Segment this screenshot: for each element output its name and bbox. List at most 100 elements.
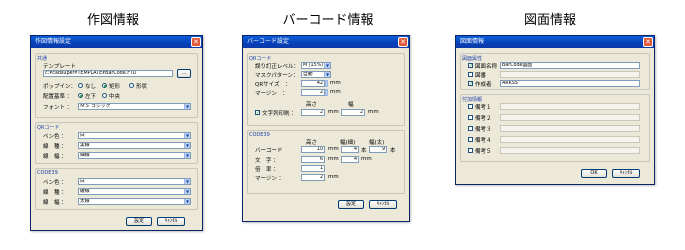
heading-barcode-info: バーコード情報 — [282, 13, 374, 28]
mask-pattern-label: マスクパターン： — [255, 73, 299, 79]
note3-checkbox[interactable] — [468, 126, 473, 131]
code39-pen-color-value: 白 — [80, 179, 85, 184]
code39-margin-label: マージン ： — [255, 176, 285, 182]
template-path-field[interactable]: c:¥cadsuper¥TEMPLATE¥BarCode.FTD — [43, 70, 173, 77]
ratio-input[interactable]: 1 — [301, 165, 325, 172]
note1-checkbox[interactable] — [468, 104, 473, 109]
note2-input[interactable] — [500, 114, 640, 121]
code39-pen-color-label: ペン色 ： — [43, 180, 67, 186]
popup-none-radio[interactable] — [78, 83, 83, 88]
set-button[interactable]: 設定 — [338, 200, 364, 209]
cancel-button[interactable]: ｷｬﾝｾﾙ — [369, 200, 397, 209]
text-height-input[interactable]: 2 — [301, 109, 325, 116]
close-icon[interactable]: ✕ — [643, 37, 653, 47]
popup-shape-label: 形状 — [136, 84, 148, 90]
qr-size-input[interactable]: 42 — [301, 80, 325, 87]
mask-pattern-select[interactable]: 自動 ▼ — [301, 71, 331, 78]
align-center-radio[interactable] — [102, 93, 107, 98]
set-button[interactable]: 設定 — [126, 217, 152, 226]
note5-label: 備考５ — [475, 149, 492, 155]
drawing-number-input[interactable] — [500, 71, 640, 78]
bar-thin-unit: 本 — [361, 148, 367, 154]
author-label: 作成者 — [475, 82, 492, 88]
author-input[interactable]: ARKSS — [500, 80, 640, 87]
drawing-name-input[interactable]: BarCode図面 — [500, 62, 640, 69]
title-bar[interactable]: バーコード設定 ✕ — [243, 36, 409, 48]
char-height-unit: mm — [328, 156, 339, 162]
code39-group-label: CODE39 — [37, 170, 58, 176]
align-bottom-left-radio[interactable] — [78, 93, 83, 98]
dialog-title: 図面情報 — [460, 38, 485, 45]
note5-checkbox[interactable] — [468, 148, 473, 153]
chevron-down-icon[interactable]: ▼ — [184, 153, 190, 158]
cancel-button[interactable]: ｷｬﾝｾﾙ — [157, 217, 185, 226]
close-icon[interactable]: ✕ — [398, 37, 408, 47]
close-icon[interactable]: ✕ — [191, 37, 201, 47]
cancel-button[interactable]: ｷｬﾝｾﾙ — [612, 169, 640, 178]
chevron-down-icon[interactable]: ▼ — [184, 189, 190, 194]
code39-line-type-select[interactable]: 破線 ▼ — [78, 188, 191, 195]
drawing-number-label: 図番 — [475, 73, 487, 79]
print-text-label: 文字列印刷 ： — [262, 111, 297, 117]
note4-checkbox[interactable] — [468, 137, 473, 142]
code39-pen-color-select[interactable]: 白 ▼ — [78, 178, 191, 185]
note3-input[interactable] — [500, 125, 640, 132]
qr-size-unit: mm — [330, 80, 341, 86]
note1-input[interactable] — [500, 103, 640, 110]
error-correction-value: M (15%) — [303, 63, 324, 68]
popup-none-label: なし — [85, 84, 97, 90]
code39-line-type-value: 破線 — [80, 189, 90, 194]
align-center-label: 中央 — [109, 94, 121, 100]
chevron-down-icon[interactable]: ▼ — [184, 179, 190, 184]
qr-pen-color-value: 白 — [80, 133, 85, 138]
qr-margin-input[interactable]: 2 — [301, 89, 325, 96]
text-height-unit: mm — [328, 109, 339, 115]
error-correction-select[interactable]: M (15%) ▼ — [301, 62, 331, 69]
font-select[interactable]: ＭＳ ゴシック ▼ — [78, 103, 191, 110]
drawing-attributes-dialog: 図面情報 ✕ 図面属性 ✓ 図面名称 BarCode図面 図番 ✓ 作成者 AR… — [455, 35, 655, 185]
qr-line-width-select[interactable]: 細線 ▼ — [78, 152, 191, 159]
popup-shape-radio[interactable] — [129, 83, 134, 88]
heading-drawing-attributes: 図面情報 — [523, 13, 576, 28]
barcode-label: バーコード — [255, 148, 283, 154]
col-thin-header: 幅(細) — [340, 140, 356, 146]
note5-input[interactable] — [500, 147, 640, 154]
browse-button[interactable]: ... — [177, 69, 191, 78]
code39-line-width-label: 線 幅 ： — [43, 200, 67, 206]
char-width-unit: mm — [361, 156, 372, 162]
print-text-checkbox[interactable]: ✓ — [255, 110, 260, 116]
chevron-down-icon[interactable]: ▼ — [184, 133, 190, 138]
char-height-input[interactable]: 6 — [301, 156, 325, 163]
chevron-down-icon[interactable]: ▼ — [324, 72, 330, 77]
char-width-input[interactable]: 4 — [341, 156, 359, 163]
title-bar[interactable]: 作図情報設定 ✕ — [31, 36, 202, 48]
drawing-number-checkbox[interactable] — [468, 72, 473, 77]
popup-rect-label: 矩形 — [109, 84, 121, 90]
bar-thin-input[interactable]: 4 — [341, 146, 359, 153]
text-width-input[interactable]: 2 — [341, 109, 365, 116]
chevron-down-icon[interactable]: ▼ — [184, 104, 190, 109]
popup-rect-radio[interactable] — [102, 83, 107, 88]
chevron-down-icon[interactable]: ▼ — [184, 199, 190, 204]
note4-input[interactable] — [500, 136, 640, 143]
ok-button[interactable]: OK — [581, 169, 607, 178]
code39-margin-input[interactable]: 2 — [301, 174, 325, 181]
qr-line-width-value: 細線 — [80, 153, 90, 158]
dialog-title: 作図情報設定 — [35, 38, 72, 45]
code39-line-width-select[interactable]: 太線 ▼ — [78, 198, 191, 205]
height-header: 高さ — [306, 102, 318, 108]
bar-thick-unit: 本 — [390, 148, 396, 154]
bar-thick-input[interactable]: 9 — [369, 146, 387, 153]
qr-size-spinner[interactable] — [325, 80, 328, 87]
bar-height-input[interactable]: 10 — [301, 146, 325, 153]
qr-line-type-select[interactable]: 実線 ▼ — [78, 142, 191, 149]
title-bar[interactable]: 図面情報 ✕ — [456, 36, 654, 48]
note2-checkbox[interactable] — [468, 115, 473, 120]
drawing-name-checkbox[interactable]: ✓ — [468, 63, 473, 69]
qr-margin-spinner[interactable] — [325, 89, 328, 96]
chevron-down-icon[interactable]: ▼ — [324, 63, 330, 68]
chevron-down-icon[interactable]: ▼ — [184, 143, 190, 148]
drawing-attributes-group-label: 図面属性 — [462, 56, 483, 62]
qr-pen-color-select[interactable]: 白 ▼ — [78, 132, 191, 139]
author-checkbox[interactable]: ✓ — [468, 81, 473, 87]
